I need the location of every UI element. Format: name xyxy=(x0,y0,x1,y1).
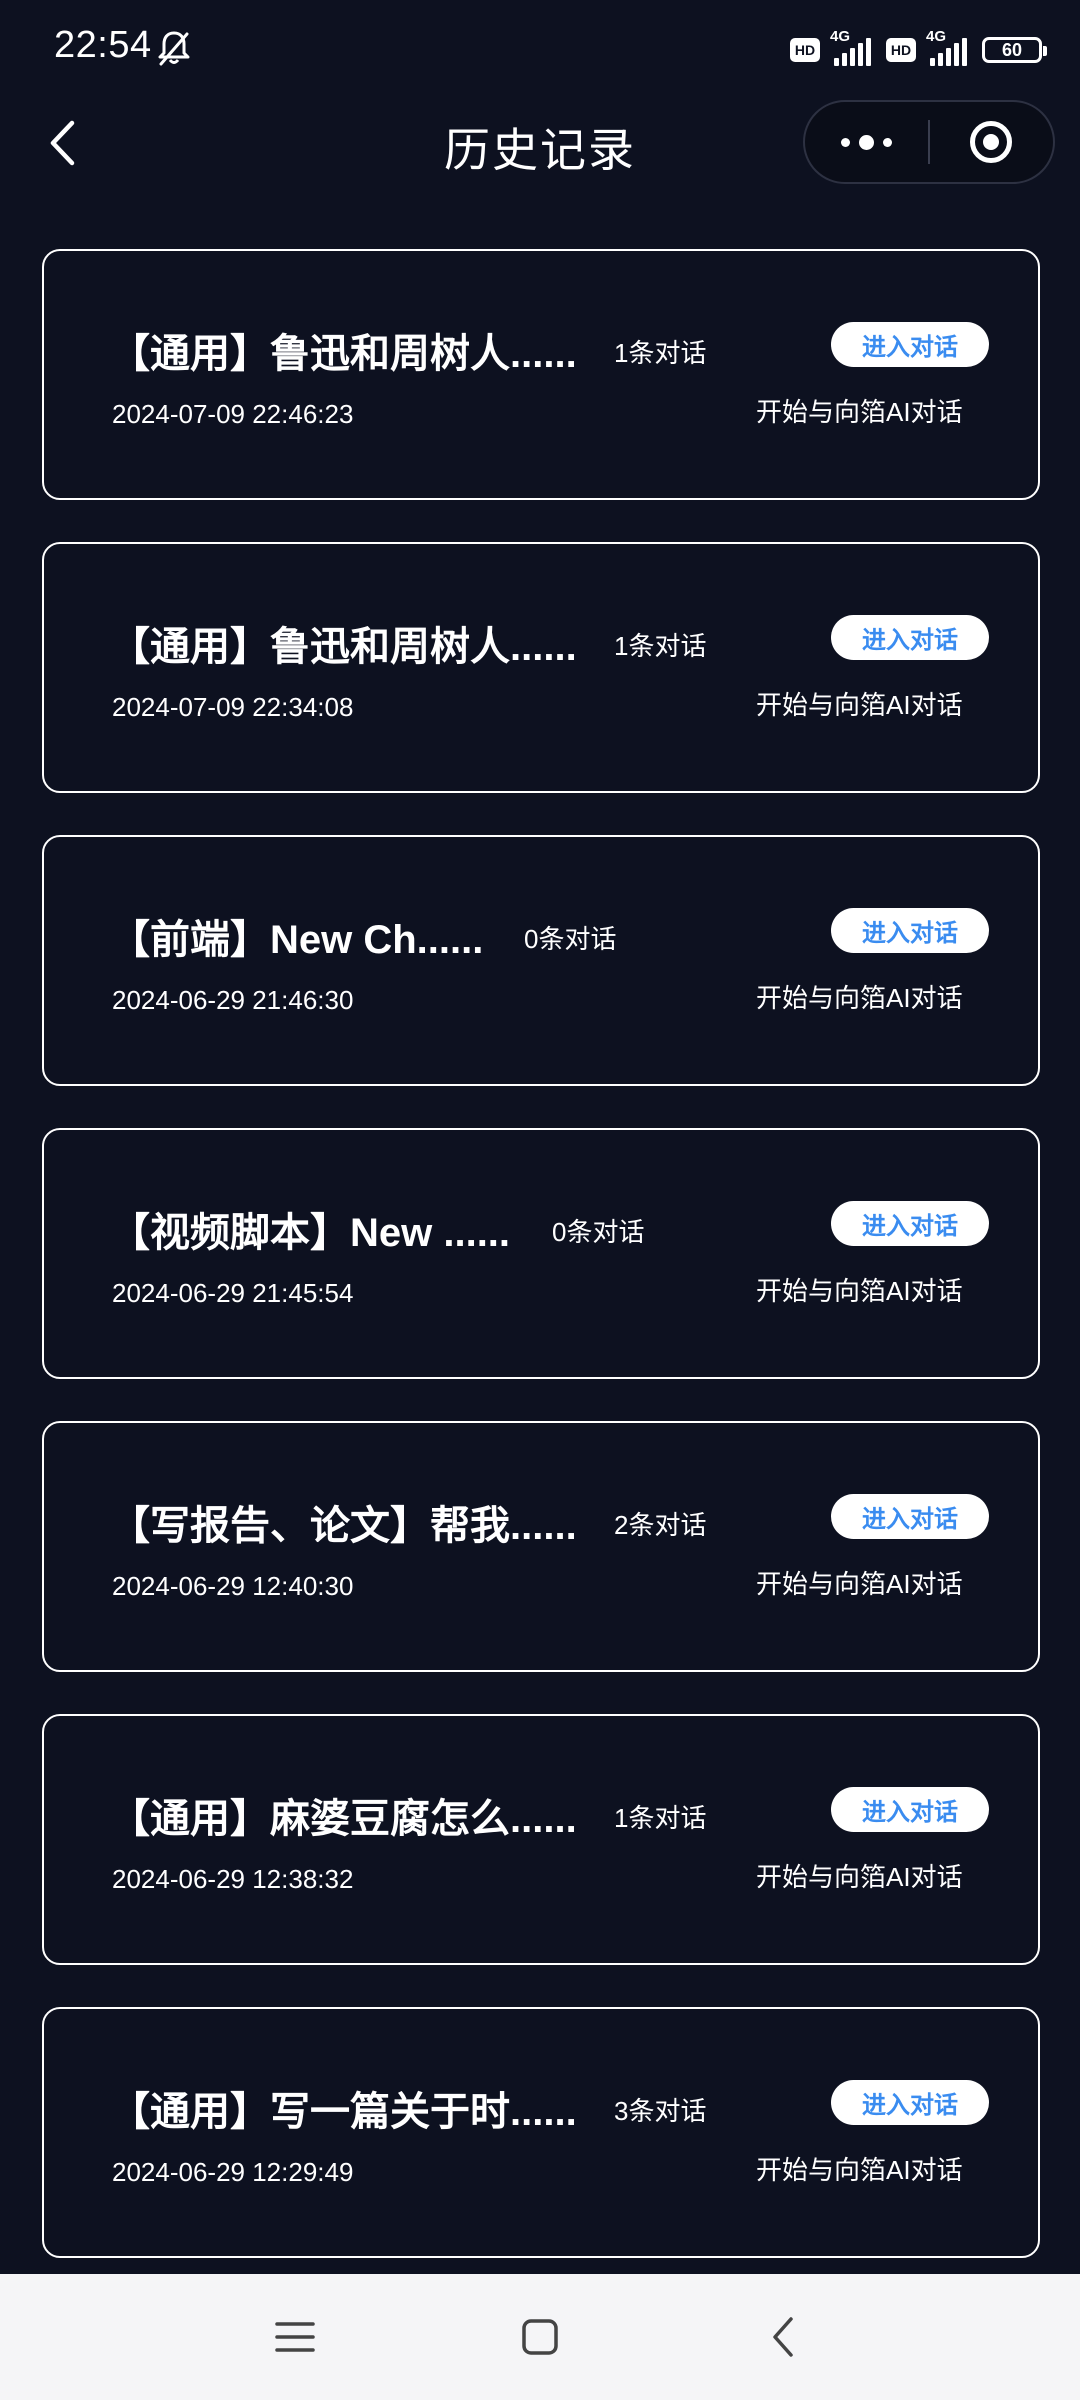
nav-bar: 历史记录 xyxy=(0,96,1080,190)
target-circle-icon xyxy=(970,121,1013,163)
hd-badge-1: HD xyxy=(790,38,820,62)
card-title: 【前端】New Ch...... xyxy=(110,918,484,962)
card-subtitle: 开始与向箔AI对话 xyxy=(756,1276,963,1306)
card-subtitle: 开始与向箔AI对话 xyxy=(756,690,963,720)
card-count: 1条对话 xyxy=(614,631,707,661)
system-back-button[interactable] xyxy=(748,2302,818,2372)
status-icons: HD 4G HD 4G 60 xyxy=(790,28,1047,72)
enter-chat-button[interactable]: 进入对话 xyxy=(831,1787,989,1832)
card-title: 【通用】麻婆豆腐怎么...... xyxy=(110,1797,577,1841)
history-card[interactable]: 【写报告、论文】帮我...... 2条对话 2024-06-29 12:40:3… xyxy=(42,1421,1040,1672)
close-button[interactable] xyxy=(930,102,1053,182)
card-title: 【通用】写一篇关于时...... xyxy=(110,2090,577,2134)
enter-chat-button[interactable]: 进入对话 xyxy=(831,322,989,367)
card-count: 1条对话 xyxy=(614,1803,707,1833)
home-square-icon xyxy=(522,2319,558,2355)
history-card[interactable]: 【前端】New Ch...... 0条对话 2024-06-29 21:46:3… xyxy=(42,835,1040,1086)
card-subtitle: 开始与向箔AI对话 xyxy=(756,2155,963,2185)
card-count: 3条对话 xyxy=(614,2096,707,2126)
history-card[interactable]: 【通用】鲁迅和周树人...... 1条对话 2024-07-09 22:34:0… xyxy=(42,542,1040,793)
card-subtitle: 开始与向箔AI对话 xyxy=(756,1569,963,1599)
card-subtitle: 开始与向箔AI对话 xyxy=(756,397,963,427)
system-nav-bar xyxy=(0,2274,1080,2400)
enter-chat-button[interactable]: 进入对话 xyxy=(831,615,989,660)
card-date: 2024-06-29 12:40:30 xyxy=(112,1571,354,1601)
hd-badge-2: HD xyxy=(886,38,916,62)
battery-level: 60 xyxy=(1001,39,1023,60)
signal-icon-1: 4G xyxy=(830,28,876,68)
more-dots-icon xyxy=(841,134,892,150)
enter-chat-button[interactable]: 进入对话 xyxy=(831,908,989,953)
card-date: 2024-06-29 21:46:30 xyxy=(112,985,354,1015)
more-button[interactable] xyxy=(805,102,928,182)
card-date: 2024-07-09 22:46:23 xyxy=(112,399,354,429)
card-date: 2024-06-29 21:45:54 xyxy=(112,1278,354,1308)
card-count: 2条对话 xyxy=(614,1510,707,1540)
enter-chat-button[interactable]: 进入对话 xyxy=(831,2080,989,2125)
card-count: 1条对话 xyxy=(614,338,707,368)
bell-off-icon xyxy=(158,31,190,66)
battery-icon: 60 xyxy=(982,37,1047,63)
card-subtitle: 开始与向箔AI对话 xyxy=(756,983,963,1013)
enter-chat-button[interactable]: 进入对话 xyxy=(831,1494,989,1539)
signal-icon-2: 4G xyxy=(926,28,972,68)
mini-program-capsule xyxy=(803,100,1055,184)
home-button[interactable] xyxy=(505,2302,575,2372)
history-card[interactable]: 【通用】麻婆豆腐怎么...... 1条对话 2024-06-29 12:38:3… xyxy=(42,1714,1040,1965)
history-card[interactable]: 【通用】写一篇关于时...... 3条对话 2024-06-29 12:29:4… xyxy=(42,2007,1040,2258)
card-title: 【视频脚本】New ...... xyxy=(110,1211,511,1255)
card-count: 0条对话 xyxy=(524,924,617,954)
status-time: 22:54 xyxy=(54,24,152,66)
history-list: 【通用】鲁迅和周树人...... 1条对话 2024-07-09 22:46:2… xyxy=(42,249,1040,2300)
menu-icon xyxy=(275,2322,315,2352)
card-title: 【通用】鲁迅和周树人...... xyxy=(110,625,577,669)
enter-chat-button[interactable]: 进入对话 xyxy=(831,1201,989,1246)
history-card[interactable]: 【通用】鲁迅和周树人...... 1条对话 2024-07-09 22:46:2… xyxy=(42,249,1040,500)
card-title: 【通用】鲁迅和周树人...... xyxy=(110,332,577,376)
card-title: 【写报告、论文】帮我...... xyxy=(110,1504,577,1548)
card-date: 2024-07-09 22:34:08 xyxy=(112,692,354,722)
menu-button[interactable] xyxy=(260,2302,330,2372)
card-date: 2024-06-29 12:29:49 xyxy=(112,2157,354,2187)
card-date: 2024-06-29 12:38:32 xyxy=(112,1864,354,1894)
card-subtitle: 开始与向箔AI对话 xyxy=(756,1862,963,1892)
screen: 22:54 HD 4G HD 4G 60 历史记录 【通用】鲁迅和周树人....… xyxy=(0,0,1080,2400)
history-card[interactable]: 【视频脚本】New ...... 0条对话 2024-06-29 21:45:5… xyxy=(42,1128,1040,1379)
status-bar: 22:54 HD 4G HD 4G 60 xyxy=(0,0,1080,96)
card-count: 0条对话 xyxy=(552,1217,645,1247)
system-back-icon xyxy=(773,2317,793,2357)
